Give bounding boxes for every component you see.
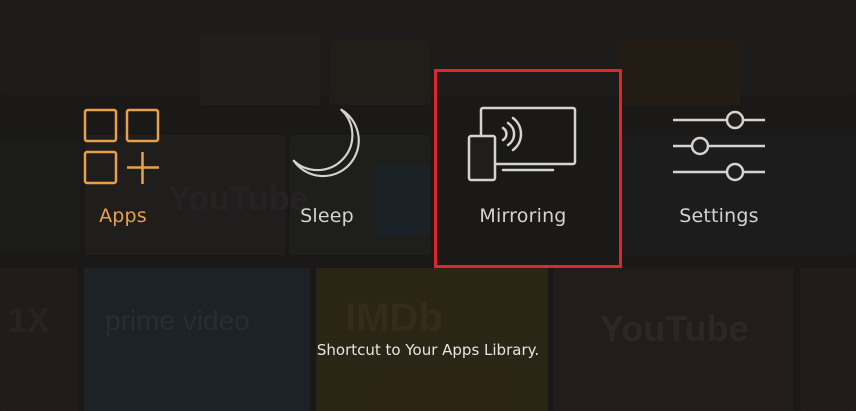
mirroring-icon	[467, 106, 577, 182]
quick-menu-mirroring[interactable]: Mirroring	[428, 100, 618, 240]
quick-menu-apps[interactable]: Apps	[28, 100, 218, 240]
quick-menu-sleep[interactable]: Sleep	[232, 100, 422, 240]
sliders-icon	[673, 110, 765, 182]
settings-label: Settings	[679, 205, 759, 227]
menu-caption: Shortcut to Your Apps Library.	[316, 341, 540, 359]
quick-menu-settings[interactable]: Settings	[624, 100, 814, 240]
apps-grid-icon	[83, 108, 160, 185]
apps-label: Apps	[99, 205, 147, 227]
fire-tv-screen: YouTube prime video IMDb YouTube 1X Apps…	[0, 0, 856, 411]
sleep-label: Sleep	[300, 205, 354, 227]
moon-icon	[292, 108, 360, 178]
mirroring-label: Mirroring	[479, 205, 567, 227]
